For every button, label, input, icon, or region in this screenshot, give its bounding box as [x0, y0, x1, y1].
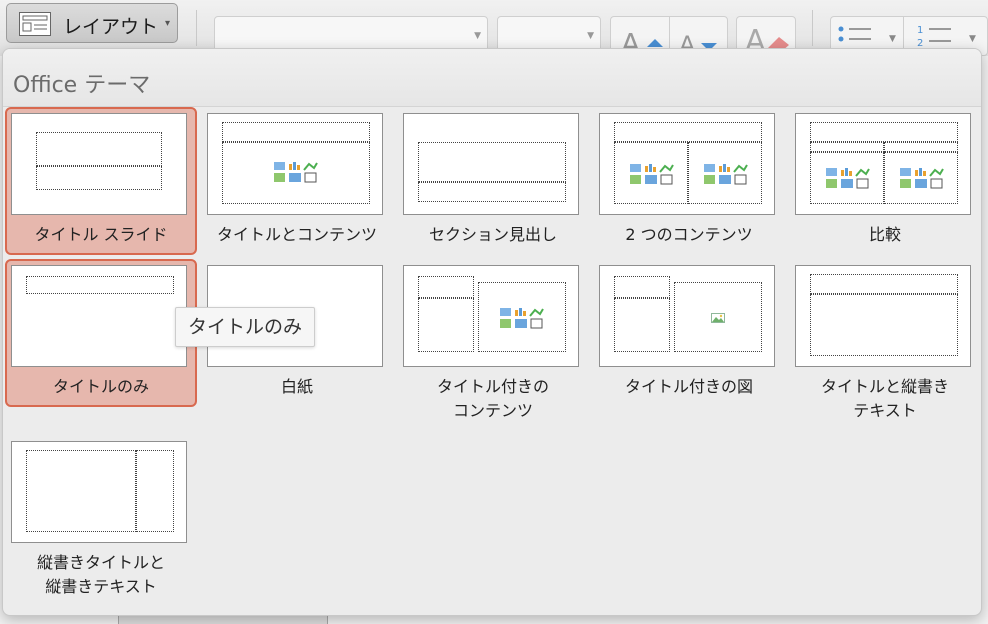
layout-item-two-content[interactable]: 2 つのコンテンツ	[593, 107, 785, 255]
layout-item-label: 比較	[868, 225, 901, 244]
layout-item-label: 縦書きタイトルと 縦書きテキスト	[36, 553, 165, 596]
layout-item-title-slide[interactable]: タイトル スライド	[5, 107, 197, 255]
content-placeholder-icon	[900, 168, 944, 189]
layout-thumbnail	[403, 265, 579, 367]
layout-item-title-and-content[interactable]: タイトルとコンテンツ	[201, 107, 393, 255]
chevron-down-icon[interactable]: ▼	[969, 34, 976, 44]
layout-item-label: タイトル付きの図	[624, 377, 753, 396]
layout-item-label: 2 つのコンテンツ	[625, 225, 753, 244]
toolbar-divider	[196, 10, 197, 46]
content-placeholder-icon	[274, 162, 318, 183]
layout-item-label: タイトル付きの コンテンツ	[436, 377, 549, 420]
bullet-list-icon[interactable]	[837, 25, 873, 49]
layout-item-section-header[interactable]: セクション見出し	[397, 107, 589, 255]
layout-item-label: タイトルのみ	[52, 377, 149, 396]
hover-tooltip: タイトルのみ	[175, 307, 316, 347]
content-placeholder-icon	[500, 308, 544, 329]
layout-thumbnail	[207, 113, 383, 215]
chevron-down-icon: ▼	[474, 31, 481, 41]
layout-item-content-with-caption[interactable]: タイトル付きの コンテンツ	[397, 259, 589, 429]
content-placeholder-icon	[704, 164, 748, 185]
layout-gallery-popover: Office テーマ タイトル スライド タイトルとコンテンツ セクション見出し…	[2, 48, 982, 616]
chevron-down-icon: ▼	[587, 31, 594, 41]
chevron-down-icon: ▾	[165, 18, 171, 29]
picture-placeholder-icon	[711, 313, 725, 323]
layout-thumbnail	[795, 113, 971, 215]
layout-item-title-only[interactable]: タイトルのみ	[5, 259, 197, 407]
layout-item-label: セクション見出し	[428, 225, 557, 244]
layout-thumbnail	[11, 113, 187, 215]
layout-item-label: タイトルとコンテンツ	[216, 225, 377, 244]
layout-thumbnail	[403, 113, 579, 215]
layout-thumbnail	[599, 113, 775, 215]
layout-thumbnail	[599, 265, 775, 367]
content-placeholder-icon	[826, 168, 870, 189]
layout-item-label: タイトルと縦書き テキスト	[820, 377, 949, 420]
toolbar-divider	[812, 10, 813, 46]
layout-item-title-and-vertical-text[interactable]: タイトルと縦書き テキスト	[789, 259, 981, 429]
layout-item-picture-with-caption[interactable]: タイトル付きの図	[593, 259, 785, 407]
layout-item-label: 白紙	[280, 377, 313, 396]
layout-button-label: レイアウト	[63, 16, 159, 38]
layout-thumbnail	[11, 441, 187, 543]
content-placeholder-icon	[630, 164, 674, 185]
layout-item-vertical-title-and-text[interactable]: 縦書きタイトルと 縦書きテキスト	[5, 435, 197, 605]
layout-button[interactable]: レイアウト ▾	[6, 3, 178, 43]
svg-text:1: 1	[917, 25, 923, 36]
numbered-list-icon[interactable]: 1 2	[917, 23, 953, 49]
layout-thumbnail	[11, 265, 187, 367]
layout-thumbnail	[795, 265, 971, 367]
chevron-down-icon[interactable]: ▼	[889, 34, 896, 44]
gallery-title: Office テーマ	[13, 73, 151, 98]
gallery-header: Office テーマ	[3, 49, 981, 107]
layout-item-comparison[interactable]: 比較	[789, 107, 981, 255]
layout-icon	[19, 12, 51, 36]
layout-item-label: タイトル スライド	[34, 225, 168, 244]
